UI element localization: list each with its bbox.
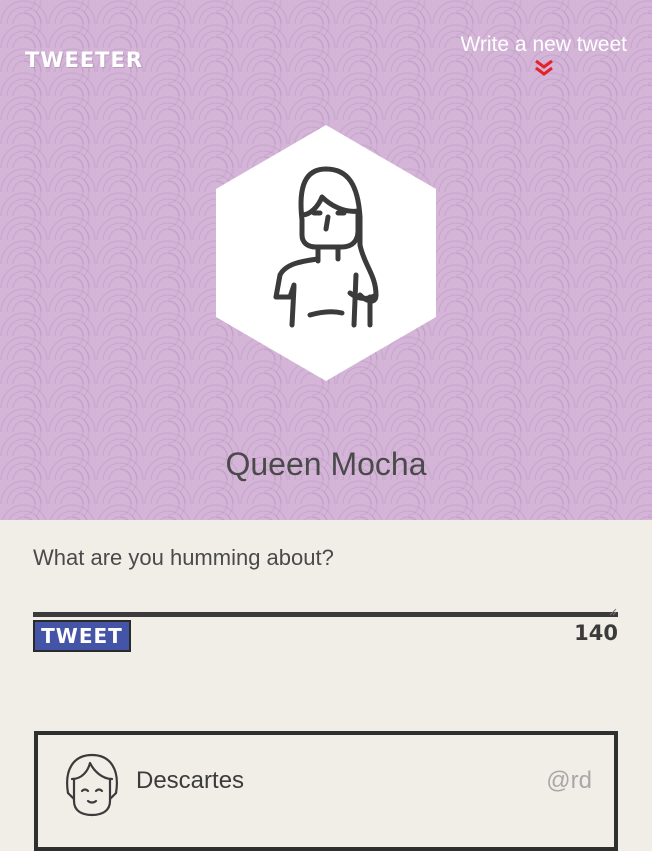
tweet-input[interactable] (33, 575, 618, 617)
app-logo[interactable]: TWEETER (25, 48, 143, 72)
woman-avatar-icon (216, 125, 436, 381)
write-tweet-label[interactable]: Write a new tweet (460, 33, 627, 57)
tweet-card: Descartes @rd (34, 731, 618, 851)
tweet-author-name[interactable]: Descartes (136, 767, 244, 795)
compose-prompt: What are you humming about? (33, 545, 334, 570)
char-counter: 140 (574, 621, 618, 645)
write-tweet-link[interactable]: Write a new tweet (460, 33, 627, 77)
tweet-button[interactable]: TWEET (33, 620, 131, 652)
profile-header: TWEETER Write a new tweet Queen Mocha (0, 0, 652, 520)
double-chevron-down-icon[interactable] (534, 59, 554, 77)
profile-avatar (214, 125, 438, 381)
girl-avatar-icon (66, 753, 118, 817)
profile-name: Queen Mocha (225, 446, 427, 482)
tweet-author-handle[interactable]: @rd (546, 767, 592, 795)
resize-grip-icon[interactable] (609, 608, 617, 616)
